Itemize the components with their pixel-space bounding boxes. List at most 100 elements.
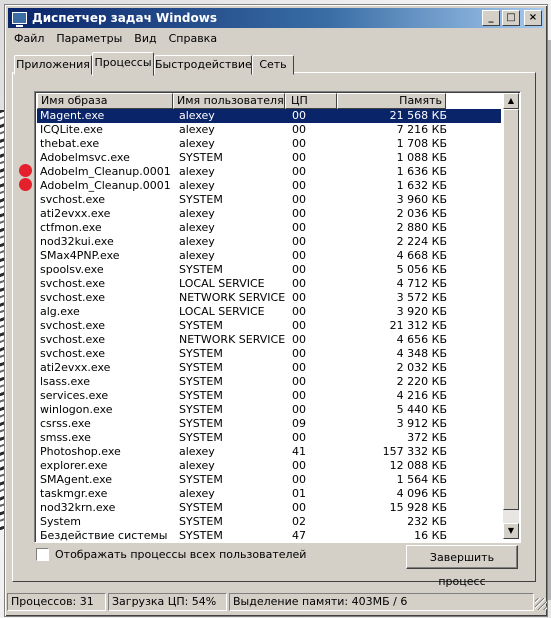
process-row[interactable]: ICQLite.exe alexey 00 7 216 КБ [37,123,501,137]
process-name: Adobelm_Cleanup.0001 [40,165,171,178]
process-row[interactable]: lsass.exe SYSTEM 00 2 220 КБ [37,375,501,389]
process-row[interactable]: svchost.exe SYSTEM 00 21 312 КБ [37,319,501,333]
process-name: thebat.exe [40,137,100,150]
process-cpu: 00 [292,235,306,248]
process-user: SYSTEM [179,515,223,528]
menu-view[interactable]: Вид [128,30,162,48]
process-row[interactable]: System SYSTEM 02 232 КБ [37,515,501,529]
process-cpu: 00 [292,109,306,122]
process-row[interactable]: winlogon.exe SYSTEM 00 5 440 КБ [37,403,501,417]
show-all-users-checkbox[interactable] [36,548,49,561]
process-user: SYSTEM [179,361,223,374]
end-process-button[interactable]: Завершить процесс [406,545,518,588]
process-user: alexey [179,459,215,472]
column-header-image-name[interactable]: Имя образа [37,93,173,109]
scrollbar-thumb[interactable] [503,109,519,510]
process-cpu: 00 [292,389,306,402]
process-user: SYSTEM [179,431,223,444]
process-cpu: 00 [292,165,306,178]
process-user: alexey [179,235,215,248]
process-user: SYSTEM [179,417,223,430]
show-all-users-option[interactable]: Отображать процессы всех пользователей [36,548,306,561]
process-row[interactable]: spoolsv.exe SYSTEM 00 5 056 КБ [37,263,501,277]
scroll-up-icon[interactable]: ▲ [503,93,519,109]
tab-applications[interactable]: Приложения [14,55,92,75]
tab-processes[interactable]: Процессы [92,52,154,76]
process-row[interactable]: Adobelm_Cleanup.0001 alexey 00 1 632 КБ [37,179,501,193]
process-row[interactable]: alg.exe LOCAL SERVICE 00 3 920 КБ [37,305,501,319]
process-name: svchost.exe [40,319,106,332]
process-row[interactable]: svchost.exe NETWORK SERVICE 00 4 656 КБ [37,333,501,347]
scroll-down-icon[interactable]: ▼ [503,523,519,539]
vertical-scrollbar[interactable]: ▲ ▼ [503,93,519,539]
process-row[interactable]: nod32krn.exe SYSTEM 00 15 928 КБ [37,501,501,515]
process-cpu: 00 [292,347,306,360]
process-row[interactable]: csrss.exe SYSTEM 09 3 912 КБ [37,417,501,431]
status-memory-commit: Выделение памяти: 403МБ / 6 [229,593,534,611]
process-cpu: 00 [292,277,306,290]
process-row[interactable]: SMAgent.exe SYSTEM 00 1 564 КБ [37,473,501,487]
process-row[interactable]: Photoshop.exe alexey 41 157 332 КБ [37,445,501,459]
process-row[interactable]: nod32kui.exe alexey 00 2 224 КБ [37,235,501,249]
process-row[interactable]: Бездействие системы SYSTEM 47 16 КБ [37,529,501,542]
process-name: System [40,515,82,528]
process-name: spoolsv.exe [40,263,104,276]
process-row[interactable]: services.exe SYSTEM 00 4 216 КБ [37,389,501,403]
process-row[interactable]: ati2evxx.exe SYSTEM 00 2 032 КБ [37,361,501,375]
process-row[interactable]: Adobelmsvc.exe SYSTEM 00 1 088 КБ [37,151,501,165]
process-row[interactable]: smss.exe SYSTEM 00 372 КБ [37,431,501,445]
process-name: taskmgr.exe [40,487,108,500]
process-cpu: 00 [292,431,306,444]
process-row[interactable]: ati2evxx.exe alexey 00 2 036 КБ [37,207,501,221]
red-marker-icon [19,164,32,177]
process-name: Photoshop.exe [40,445,121,458]
close-button[interactable]: × [524,10,542,26]
maximize-button[interactable]: □ [502,10,520,26]
process-row[interactable]: ctfmon.exe alexey 00 2 880 КБ [37,221,501,235]
process-memory: 157 332 КБ [382,445,447,458]
process-memory: 2 880 КБ [396,221,447,234]
menu-file[interactable]: Файл [8,30,50,48]
tab-network[interactable]: Сеть [252,55,294,75]
process-name: nod32kui.exe [40,235,114,248]
process-name: ICQLite.exe [40,123,103,136]
process-user: alexey [179,207,215,220]
process-list[interactable]: Имя образа Имя пользователя ЦП Память Ma… [34,91,521,543]
process-memory: 4 712 КБ [396,277,447,290]
process-memory: 3 912 КБ [396,417,447,430]
process-row[interactable]: svchost.exe NETWORK SERVICE 00 3 572 КБ [37,291,501,305]
process-name: ctfmon.exe [40,221,102,234]
show-all-users-label: Отображать процессы всех пользователей [55,548,307,561]
resize-grip-icon[interactable] [535,598,547,610]
process-row[interactable]: svchost.exe SYSTEM 00 3 960 КБ [37,193,501,207]
process-row[interactable]: svchost.exe SYSTEM 00 4 348 КБ [37,347,501,361]
process-row[interactable]: taskmgr.exe alexey 01 4 096 КБ [37,487,501,501]
process-name: svchost.exe [40,291,106,304]
process-memory: 2 032 КБ [396,361,447,374]
process-cpu: 00 [292,305,306,318]
process-memory: 2 220 КБ [396,375,447,388]
process-memory: 4 096 КБ [396,487,447,500]
menu-options[interactable]: Параметры [50,30,128,48]
process-cpu: 00 [292,473,306,486]
process-row[interactable]: SMax4PNP.exe alexey 00 4 668 КБ [37,249,501,263]
process-row[interactable]: svchost.exe LOCAL SERVICE 00 4 712 КБ [37,277,501,291]
tab-performance[interactable]: Быстродействие [154,55,252,75]
process-row[interactable]: explorer.exe alexey 00 12 088 КБ [37,459,501,473]
process-user: SYSTEM [179,193,223,206]
process-row[interactable]: Adobelm_Cleanup.0001 alexey 00 1 636 КБ [37,165,501,179]
minimize-button[interactable]: _ [482,10,500,26]
process-memory: 4 348 КБ [396,347,447,360]
process-memory: 1 632 КБ [396,179,447,192]
process-name: SMax4PNP.exe [40,249,120,262]
process-name: Magent.exe [40,109,105,122]
process-cpu: 00 [292,263,306,276]
column-header-memory[interactable]: Память [337,93,446,109]
column-header-cpu[interactable]: ЦП [285,93,337,109]
process-name: Adobelm_Cleanup.0001 [40,179,171,192]
title-bar[interactable]: Диспетчер задач Windows _ □ × [8,8,544,28]
process-row[interactable]: Magent.exe alexey 00 21 568 КБ [37,109,501,123]
column-header-user-name[interactable]: Имя пользователя [173,93,285,109]
menu-help[interactable]: Справка [163,30,223,48]
process-row[interactable]: thebat.exe alexey 00 1 708 КБ [37,137,501,151]
